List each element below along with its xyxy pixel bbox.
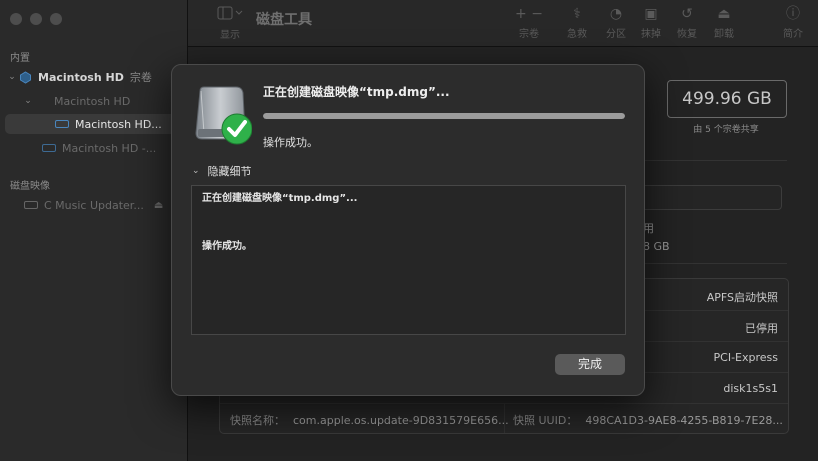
sidebar-item-label: Macintosh HD...	[75, 117, 162, 131]
unmount-button-label: 卸载	[714, 29, 734, 40]
sidebar-section-internal: 内置	[10, 53, 30, 64]
usage-bar	[640, 185, 782, 210]
create-image-dialog: 正在创建磁盘映像“tmp.dmg”... 操作成功。 ⌄ 隐藏细节 正在创建磁盘…	[171, 64, 645, 396]
restore-button[interactable]: ↺ 恢复	[667, 5, 707, 40]
info-device-value: disk1s5s1	[723, 382, 778, 395]
chevron-down-icon[interactable]: ⌄	[22, 96, 34, 106]
sidebar-item-volume[interactable]: ⌄ Macintosh HD	[22, 91, 130, 111]
info-button[interactable]: ⓘ 简介	[773, 5, 813, 40]
close-window-button[interactable]	[10, 13, 22, 25]
minimize-window-button[interactable]	[30, 13, 42, 25]
status-text: 操作成功。	[263, 136, 318, 149]
erase-button-label: 抹掉	[641, 29, 661, 40]
erase-drive-icon: ▣	[644, 6, 658, 22]
stethoscope-icon: ⚕	[573, 6, 581, 22]
capacity-box: 499.96 GB	[667, 80, 787, 118]
apfs-container-icon	[18, 70, 32, 84]
divider	[643, 160, 787, 161]
hide-details-toggle[interactable]: ⌄ 隐藏细节	[192, 163, 252, 179]
partition-button[interactable]: ◔ 分区	[596, 5, 636, 40]
window-controls	[10, 13, 62, 25]
log-line: 操作成功。	[202, 241, 252, 252]
view-button[interactable]: 显示	[210, 6, 250, 41]
unmount-button[interactable]: ⏏ 卸载	[704, 5, 744, 40]
toolbar: 显示 磁盘工具 + − 宗卷 ⚕ 急救 ◔ 分区 ▣ 抹掉 ↺ 恢复 ⏏ 卸载 …	[188, 0, 818, 47]
sidebar-item-label: C Music Updater...	[44, 198, 144, 212]
first-aid-button-label: 急救	[567, 29, 587, 40]
progress-bar-fill	[263, 113, 625, 119]
app-title: 磁盘工具	[256, 12, 312, 28]
eject-icon: ⏏	[717, 6, 731, 22]
sidebar-item-container[interactable]: ⌄ Macintosh HD 宗卷	[6, 67, 152, 87]
info-icon: ⓘ	[786, 6, 800, 22]
zoom-window-button[interactable]	[50, 13, 62, 25]
drive-icon	[24, 200, 38, 211]
divider	[643, 263, 787, 264]
chevron-down-icon: ⌄	[192, 166, 200, 176]
sidebar-item-disk-image[interactable]: C Music Updater... ⏏	[24, 195, 163, 215]
partition-button-label: 分区	[606, 29, 626, 40]
sidebar: 内置 ⌄ Macintosh HD 宗卷 ⌄ Macintosh HD Maci…	[0, 0, 188, 461]
snapshot-uuid-row: 快照 UUID： 498CA1D3-9AE8-4255-B819-7E28...	[513, 412, 783, 428]
volume-button-label: 宗卷	[519, 29, 539, 40]
add-remove-icon: + −	[515, 6, 543, 22]
disk-utility-window: 内置 ⌄ Macintosh HD 宗卷 ⌄ Macintosh HD Maci…	[0, 0, 818, 461]
sidebar-item-tag: 宗卷	[129, 71, 152, 84]
volume-button[interactable]: + − 宗卷	[509, 5, 549, 40]
snapshot-name-value: com.apple.os.update-9D831579E656...	[293, 414, 509, 427]
snapshot-name-row: 快照名称： com.apple.os.update-9D831579E656...	[230, 412, 509, 428]
done-button[interactable]: 完成	[555, 354, 625, 375]
sidebar-item-label: Macintosh HD -...	[62, 141, 157, 155]
drive-icon	[42, 143, 56, 154]
sidebar-toggle-icon	[210, 6, 250, 24]
sidebar-item-snapshot-selected[interactable]: Macintosh HD...	[5, 114, 182, 134]
erase-button[interactable]: ▣ 抹掉	[631, 5, 671, 40]
sidebar-item-data-volume[interactable]: Macintosh HD -...	[42, 138, 156, 158]
log-line: 正在创建磁盘映像“tmp.dmg”...	[202, 193, 358, 204]
used-size-fragment: 8 GB	[643, 240, 670, 253]
capacity-subtitle: 由 5 个宗卷共享	[693, 125, 759, 135]
sidebar-item-label: Macintosh HD	[38, 70, 124, 84]
hide-details-label: 隐藏细节	[207, 165, 252, 178]
details-log[interactable]: 正在创建磁盘映像“tmp.dmg”... 操作成功。	[191, 185, 626, 335]
info-type-value: APFS启动快照	[706, 291, 778, 304]
snapshot-uuid-value: 498CA1D3-9AE8-4255-B819-7E28...	[585, 414, 783, 427]
info-owners-value: 已停用	[745, 322, 778, 335]
eject-icon[interactable]: ⏏	[154, 200, 163, 211]
snapshot-name-key: 快照名称：	[230, 414, 285, 427]
chevron-down-icon[interactable]: ⌄	[6, 72, 18, 82]
sidebar-section-disk-images: 磁盘映像	[10, 181, 50, 192]
view-button-label: 显示	[220, 30, 240, 41]
sidebar-item-label: Macintosh HD	[54, 94, 131, 108]
partition-pie-icon: ◔	[609, 6, 623, 22]
first-aid-button[interactable]: ⚕ 急救	[557, 5, 597, 40]
snapshot-uuid-key: 快照 UUID：	[513, 414, 578, 427]
info-connection-value: PCI-Express	[713, 351, 778, 364]
info-button-label: 简介	[783, 29, 803, 40]
restore-button-label: 恢复	[677, 29, 697, 40]
drive-icon	[55, 119, 69, 130]
disk-image-success-icon	[192, 85, 253, 147]
restore-arrow-icon: ↺	[681, 6, 693, 22]
dialog-title: 正在创建磁盘映像“tmp.dmg”...	[263, 85, 450, 99]
progress-bar	[263, 113, 625, 119]
